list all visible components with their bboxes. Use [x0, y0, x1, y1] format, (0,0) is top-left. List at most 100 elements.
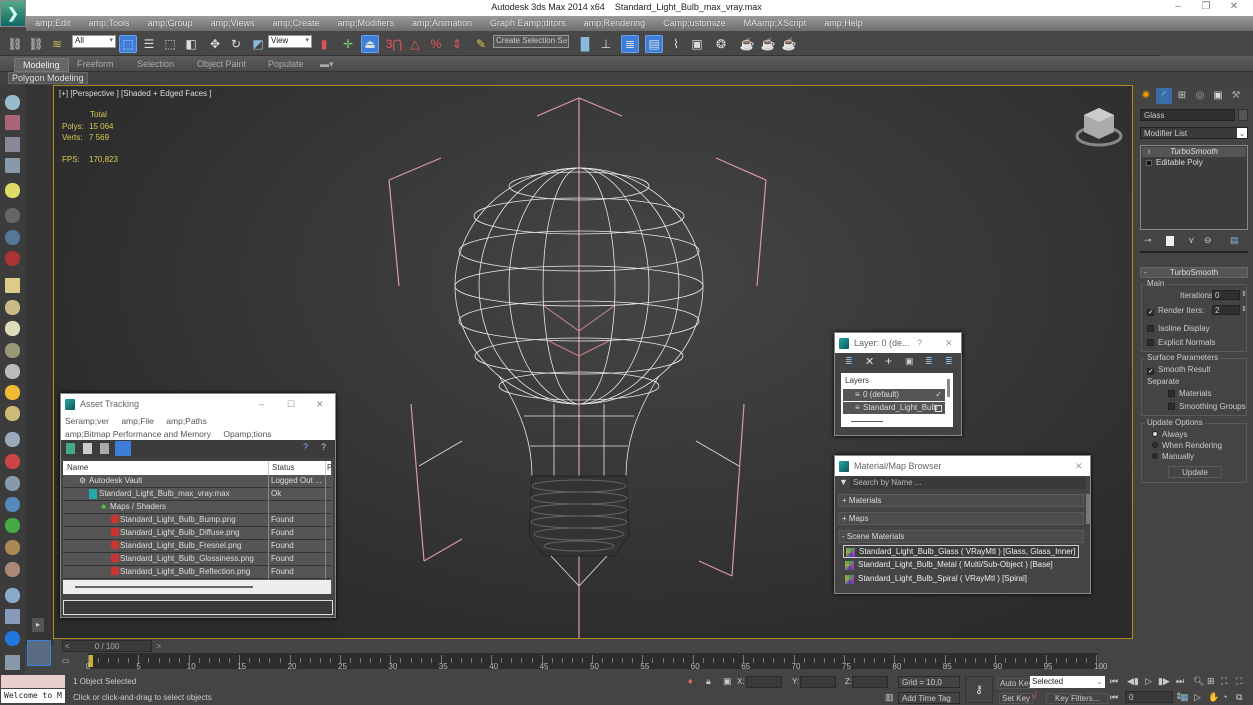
previous-frame-icon[interactable]: ◀▮	[1127, 676, 1139, 687]
sphere-icon[interactable]	[5, 588, 20, 603]
ribbon-tab-object-paint[interactable]: Object Paint	[189, 58, 254, 70]
vertical-scrollbar[interactable]	[1086, 494, 1090, 524]
separate-materials-checkbox[interactable]: Materials	[1168, 389, 1211, 398]
select-by-name-icon[interactable]: ☰	[140, 35, 158, 53]
bulb-toggle-icon[interactable]: ♁	[1146, 147, 1152, 157]
add-time-tag-button[interactable]: Add Time Tag	[898, 692, 960, 704]
scrollbar-thumb[interactable]	[75, 586, 253, 588]
help-icon[interactable]: ?	[917, 338, 922, 348]
schematic-view-icon[interactable]: ▣	[688, 35, 706, 53]
render-frame-icon[interactable]	[5, 115, 20, 130]
stack-item-editable-poly[interactable]: Editable Poly	[1142, 158, 1246, 168]
list-view-icon[interactable]	[83, 443, 92, 454]
zoom-extents-icon[interactable]: ⛶	[1221, 676, 1227, 687]
checkbox[interactable]: ✓	[1147, 368, 1154, 375]
zoom-extents-all-icon[interactable]: ⛶	[1236, 676, 1242, 687]
layer-row-standard-light-bulb[interactable]: ≡ Standard_Light_Bulb	[843, 402, 945, 414]
menu-group[interactable]: amp;Group	[139, 16, 202, 31]
displacement-icon[interactable]	[5, 497, 20, 512]
time-slider[interactable]: < 0 / 100 >	[62, 640, 161, 652]
category-materials[interactable]: + Materials	[838, 494, 1084, 507]
blue-sphere-icon[interactable]	[5, 631, 20, 646]
expand-box-icon[interactable]	[1146, 160, 1152, 166]
moon-icon[interactable]	[5, 230, 20, 245]
pan-icon[interactable]: ✋	[1208, 692, 1219, 703]
zoom-icon[interactable]: 🔍︎	[1193, 676, 1204, 687]
checkbox[interactable]: ✓	[1147, 309, 1154, 316]
menu-maxscript[interactable]: MAamp;XScript	[735, 16, 816, 31]
y-coordinate-field[interactable]	[800, 676, 836, 688]
spinner-arrows-icon[interactable]: ⇕	[1241, 305, 1247, 313]
animal-icon[interactable]	[5, 540, 20, 555]
category-maps[interactable]: + Maps	[838, 512, 1084, 525]
menu-bitmap-performance[interactable]: amp;Bitmap Performance and Memory	[65, 429, 211, 439]
make-unique-icon[interactable]: ⋎	[1188, 235, 1195, 246]
time-tag-icon[interactable]: ▥	[885, 692, 894, 703]
column-status[interactable]: Status	[268, 461, 295, 475]
column-name[interactable]: Name	[67, 461, 88, 475]
layer-dialog-titlebar[interactable]: Layer: 0 (de... ? ✕	[835, 333, 961, 353]
smooth-result-checkbox[interactable]: ✓ Smooth Result	[1147, 365, 1210, 375]
maxscript-listener-pink[interactable]	[1, 675, 65, 688]
close-icon[interactable]: ✕	[945, 338, 953, 349]
display-tab-icon[interactable]: ▣	[1210, 88, 1226, 104]
radio[interactable]	[1152, 431, 1158, 437]
motion-tab-icon[interactable]: ◎	[1192, 88, 1208, 104]
next-frame-icon[interactable]: ▮▶	[1158, 676, 1170, 687]
rectangular-selection-icon[interactable]: ⬚	[161, 35, 179, 53]
window-crossing-icon[interactable]: ◧	[182, 35, 200, 53]
polygon-modeling-panel[interactable]: Polygon Modeling	[8, 72, 88, 84]
turbosmooth-rollout-header[interactable]: - TurboSmooth	[1140, 267, 1248, 278]
grass-icon[interactable]	[5, 518, 20, 533]
unlink-icon[interactable]: ⛓	[27, 35, 45, 53]
ribbon-tab-populate[interactable]: Populate	[260, 58, 312, 70]
mini-curve-editor-icon[interactable]: ▭	[62, 656, 78, 668]
refresh-icon[interactable]	[66, 443, 75, 454]
horizontal-scrollbar[interactable]	[851, 421, 883, 422]
scene-explorer-icon[interactable]: ▤	[645, 35, 663, 53]
align-icon[interactable]: ⊥	[597, 35, 615, 53]
highlight-selected-icon[interactable]: ≣	[925, 356, 933, 367]
render-iters-checkbox[interactable]: ✓ Render Iters:	[1147, 306, 1204, 316]
set-key-button[interactable]: Set Key	[999, 693, 1034, 704]
orbit-icon[interactable]: ◔	[1222, 692, 1227, 702]
spinner-snap-icon[interactable]: ⇕	[448, 35, 466, 53]
selection-filter-dropdown[interactable]: All ▾	[72, 35, 116, 48]
select-and-move-icon[interactable]: ✥	[206, 35, 224, 53]
explicit-normals-checkbox[interactable]: Explicit Normals	[1147, 338, 1215, 347]
menu-file[interactable]: amp;File	[121, 416, 154, 426]
named-selection-sets-dropdown[interactable]: Create Selection Se ▾	[493, 35, 569, 48]
table-row[interactable]: Standard_Light_Bulb_max_vray.max Ok	[63, 488, 331, 501]
menu-edit[interactable]: amp;Edit	[26, 16, 80, 31]
table-row[interactable]: Standard_Light_Bulb_Bump.png Found	[63, 514, 331, 527]
reference-coord-dropdown[interactable]: View ▾	[268, 35, 312, 48]
set-key-mode-icon[interactable]: ⚷	[965, 676, 993, 703]
menu-animation[interactable]: amp;Animation	[403, 16, 481, 31]
spot-light-icon[interactable]	[5, 364, 20, 379]
checkbox[interactable]	[1147, 325, 1154, 332]
radio[interactable]	[1152, 453, 1158, 459]
key-filters-button[interactable]: Key Filters...	[1046, 693, 1109, 704]
table-row[interactable]: ⚙ Autodesk Vault Logged Out ...	[63, 475, 331, 488]
field-of-view-icon[interactable]: ▷	[1194, 692, 1201, 703]
material-browser-titlebar[interactable]: Material/Map Browser ✕	[835, 456, 1090, 476]
current-frame-field[interactable]: 0	[1125, 691, 1173, 703]
menu-paths[interactable]: amp;Paths	[166, 416, 207, 426]
key-mode-toggle-icon[interactable]: ⏮	[1110, 692, 1118, 703]
grid-view-icon[interactable]	[115, 441, 131, 456]
close-icon[interactable]: ✕	[1224, 1, 1244, 12]
select-and-scale-icon[interactable]: ◩	[249, 35, 267, 53]
curve-editor-icon[interactable]: ⌇	[667, 35, 685, 53]
menu-create[interactable]: amp;Create	[263, 16, 328, 31]
material-item-spiral[interactable]: Standard_Light_Bulb_Spiral ( VRayMtl ) […	[843, 573, 1079, 586]
bind-space-warp-icon[interactable]: ≋	[48, 35, 66, 53]
modifier-list-dropdown[interactable]: Modifier List ⌄	[1140, 127, 1248, 139]
sphere-light-icon[interactable]	[5, 321, 20, 336]
hierarchy-tab-icon[interactable]: ⊞	[1174, 88, 1190, 104]
absolute-mode-icon[interactable]: ▣	[723, 676, 732, 687]
clipboard-icon[interactable]	[5, 655, 20, 670]
object-name-field[interactable]: Glass	[1140, 109, 1235, 121]
pivot-center-icon[interactable]: ▮	[315, 35, 333, 53]
scene-states-icon[interactable]	[5, 609, 20, 624]
render-setup-icon[interactable]: ☕	[738, 35, 756, 53]
